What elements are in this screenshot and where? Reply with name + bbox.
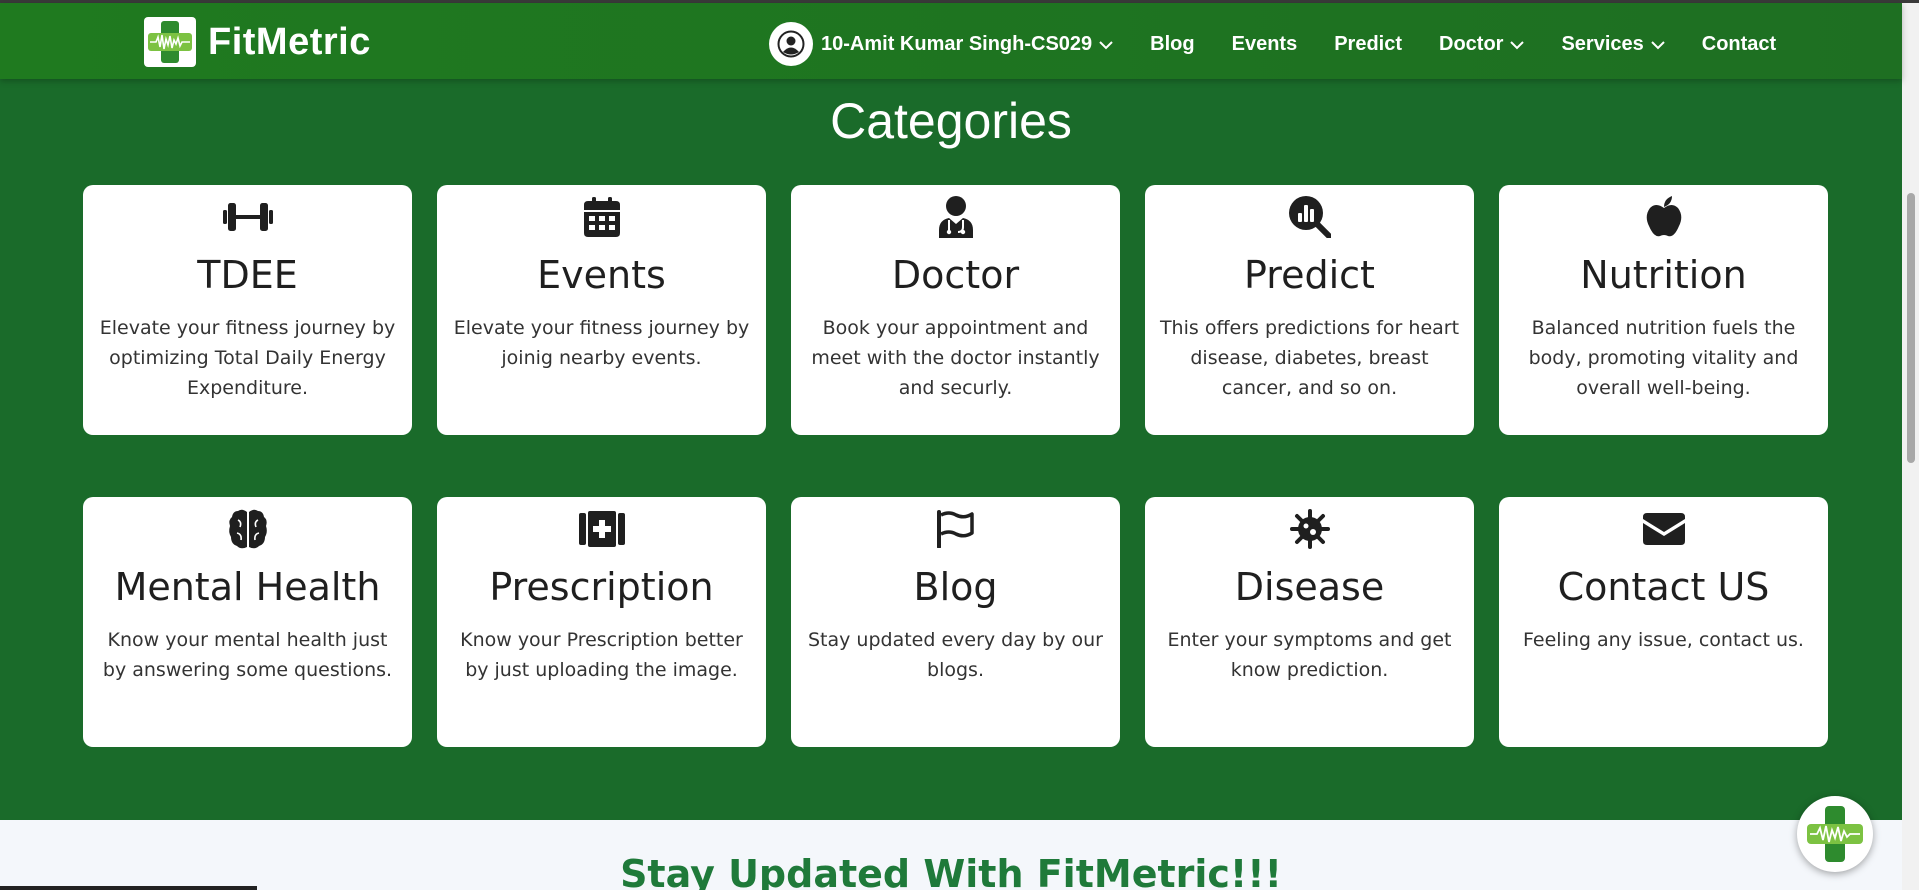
card-title: Events [537, 253, 666, 297]
nav-services-label: Services [1561, 32, 1644, 55]
card-title: Nutrition [1580, 253, 1747, 297]
card-title: Mental Health [114, 565, 381, 609]
card-description: This offers predictions for heart diseas… [1159, 317, 1460, 399]
card-contact-us[interactable]: Contact US Feeling any issue, contact us… [1499, 497, 1828, 747]
nav-blog[interactable]: Blog [1150, 33, 1194, 56]
nav-events-label: Events [1231, 32, 1298, 55]
card-description: Elevate your fitness journey by joinig n… [453, 317, 750, 369]
newsletter-title: Stay Updated With FitMetric!!! [620, 852, 1282, 890]
nav-doctor-label: Doctor [1439, 32, 1504, 55]
navbar: FitMetric 10-Amit Kumar Singh-CS029 Blog… [0, 3, 1902, 79]
nav-doctor[interactable]: Doctor [1439, 32, 1525, 56]
card-title: Doctor [891, 253, 1020, 297]
card-description: Know your mental health just by answerin… [102, 629, 393, 681]
nav-contact-label: Contact [1701, 32, 1777, 55]
health-cross-heartbeat-icon [1810, 825, 1860, 843]
health-cross-heartbeat-icon [144, 17, 196, 67]
section-title: Categories [830, 93, 1072, 149]
brain-icon [83, 507, 412, 551]
main-nav: 10-Amit Kumar Singh-CS029 Blog Events Pr… [769, 22, 1776, 66]
card-description: Balanced nutrition fuels the body, promo… [1528, 317, 1799, 399]
apple-icon [1499, 195, 1828, 239]
card-description: Enter your symptoms and get know predict… [1167, 629, 1452, 681]
bottom-bar [0, 886, 257, 890]
virus-icon [1145, 507, 1474, 551]
calendar-icon [437, 195, 766, 239]
user-menu[interactable]: 10-Amit Kumar Singh-CS029 [769, 22, 1113, 66]
doctor-icon [791, 195, 1120, 239]
nav-predict[interactable]: Predict [1334, 33, 1402, 56]
brand[interactable]: FitMetric [144, 17, 371, 67]
card-description: Elevate your fitness journey by optimizi… [99, 317, 396, 399]
magnifier-chart-icon [1145, 195, 1474, 239]
scrollbar-thumb[interactable] [1907, 193, 1915, 463]
card-predict[interactable]: Predict This offers predictions for hear… [1145, 185, 1474, 435]
scrollbar[interactable] [1902, 3, 1919, 890]
medical-kit-icon [437, 507, 766, 551]
envelope-icon [1499, 507, 1828, 551]
card-title: Blog [913, 565, 998, 609]
card-title: Disease [1234, 565, 1385, 609]
nav-contact[interactable]: Contact [1702, 33, 1776, 56]
nav-services[interactable]: Services [1561, 32, 1665, 56]
card-description: Know your Prescription better by just up… [460, 629, 743, 681]
card-doctor[interactable]: Doctor Book your appointment and meet wi… [791, 185, 1120, 435]
card-disease[interactable]: Disease Enter your symptoms and get know… [1145, 497, 1474, 747]
card-description: Stay updated every day by our blogs. [807, 629, 1103, 681]
card-title: Prescription [489, 565, 714, 609]
card-blog[interactable]: Blog Stay updated every day by our blogs… [791, 497, 1120, 747]
brand-name: FitMetric [208, 20, 371, 63]
chevron-down-icon [1099, 33, 1113, 56]
nav-blog-label: Blog [1150, 32, 1195, 55]
card-description: Book your appointment and meet with the … [811, 317, 1100, 399]
card-events[interactable]: Events Elevate your fitness journey by j… [437, 185, 766, 435]
chevron-down-icon [1510, 33, 1525, 56]
card-title: Contact US [1557, 565, 1770, 609]
card-title: Predict [1244, 253, 1375, 297]
nav-predict-label: Predict [1334, 32, 1403, 55]
nav-events[interactable]: Events [1232, 33, 1298, 56]
card-mental-health[interactable]: Mental Health Know your mental health ju… [83, 497, 412, 747]
chevron-down-icon [1651, 33, 1665, 56]
card-description: Feeling any issue, contact us. [1523, 629, 1804, 651]
user-name: 10-Amit Kumar Singh-CS029 [821, 32, 1093, 55]
floating-chat-button[interactable] [1797, 796, 1873, 872]
dumbbell-icon [83, 195, 412, 239]
card-title: TDEE [197, 253, 298, 297]
newsletter-section: Stay Updated With FitMetric!!! [0, 820, 1902, 890]
card-prescription[interactable]: Prescription Know your Prescription bett… [437, 497, 766, 747]
user-avatar-icon [769, 22, 813, 66]
card-tdee[interactable]: TDEE Elevate your fitness journey by opt… [83, 185, 412, 435]
flag-icon [791, 507, 1120, 551]
card-nutrition[interactable]: Nutrition Balanced nutrition fuels the b… [1499, 185, 1828, 435]
